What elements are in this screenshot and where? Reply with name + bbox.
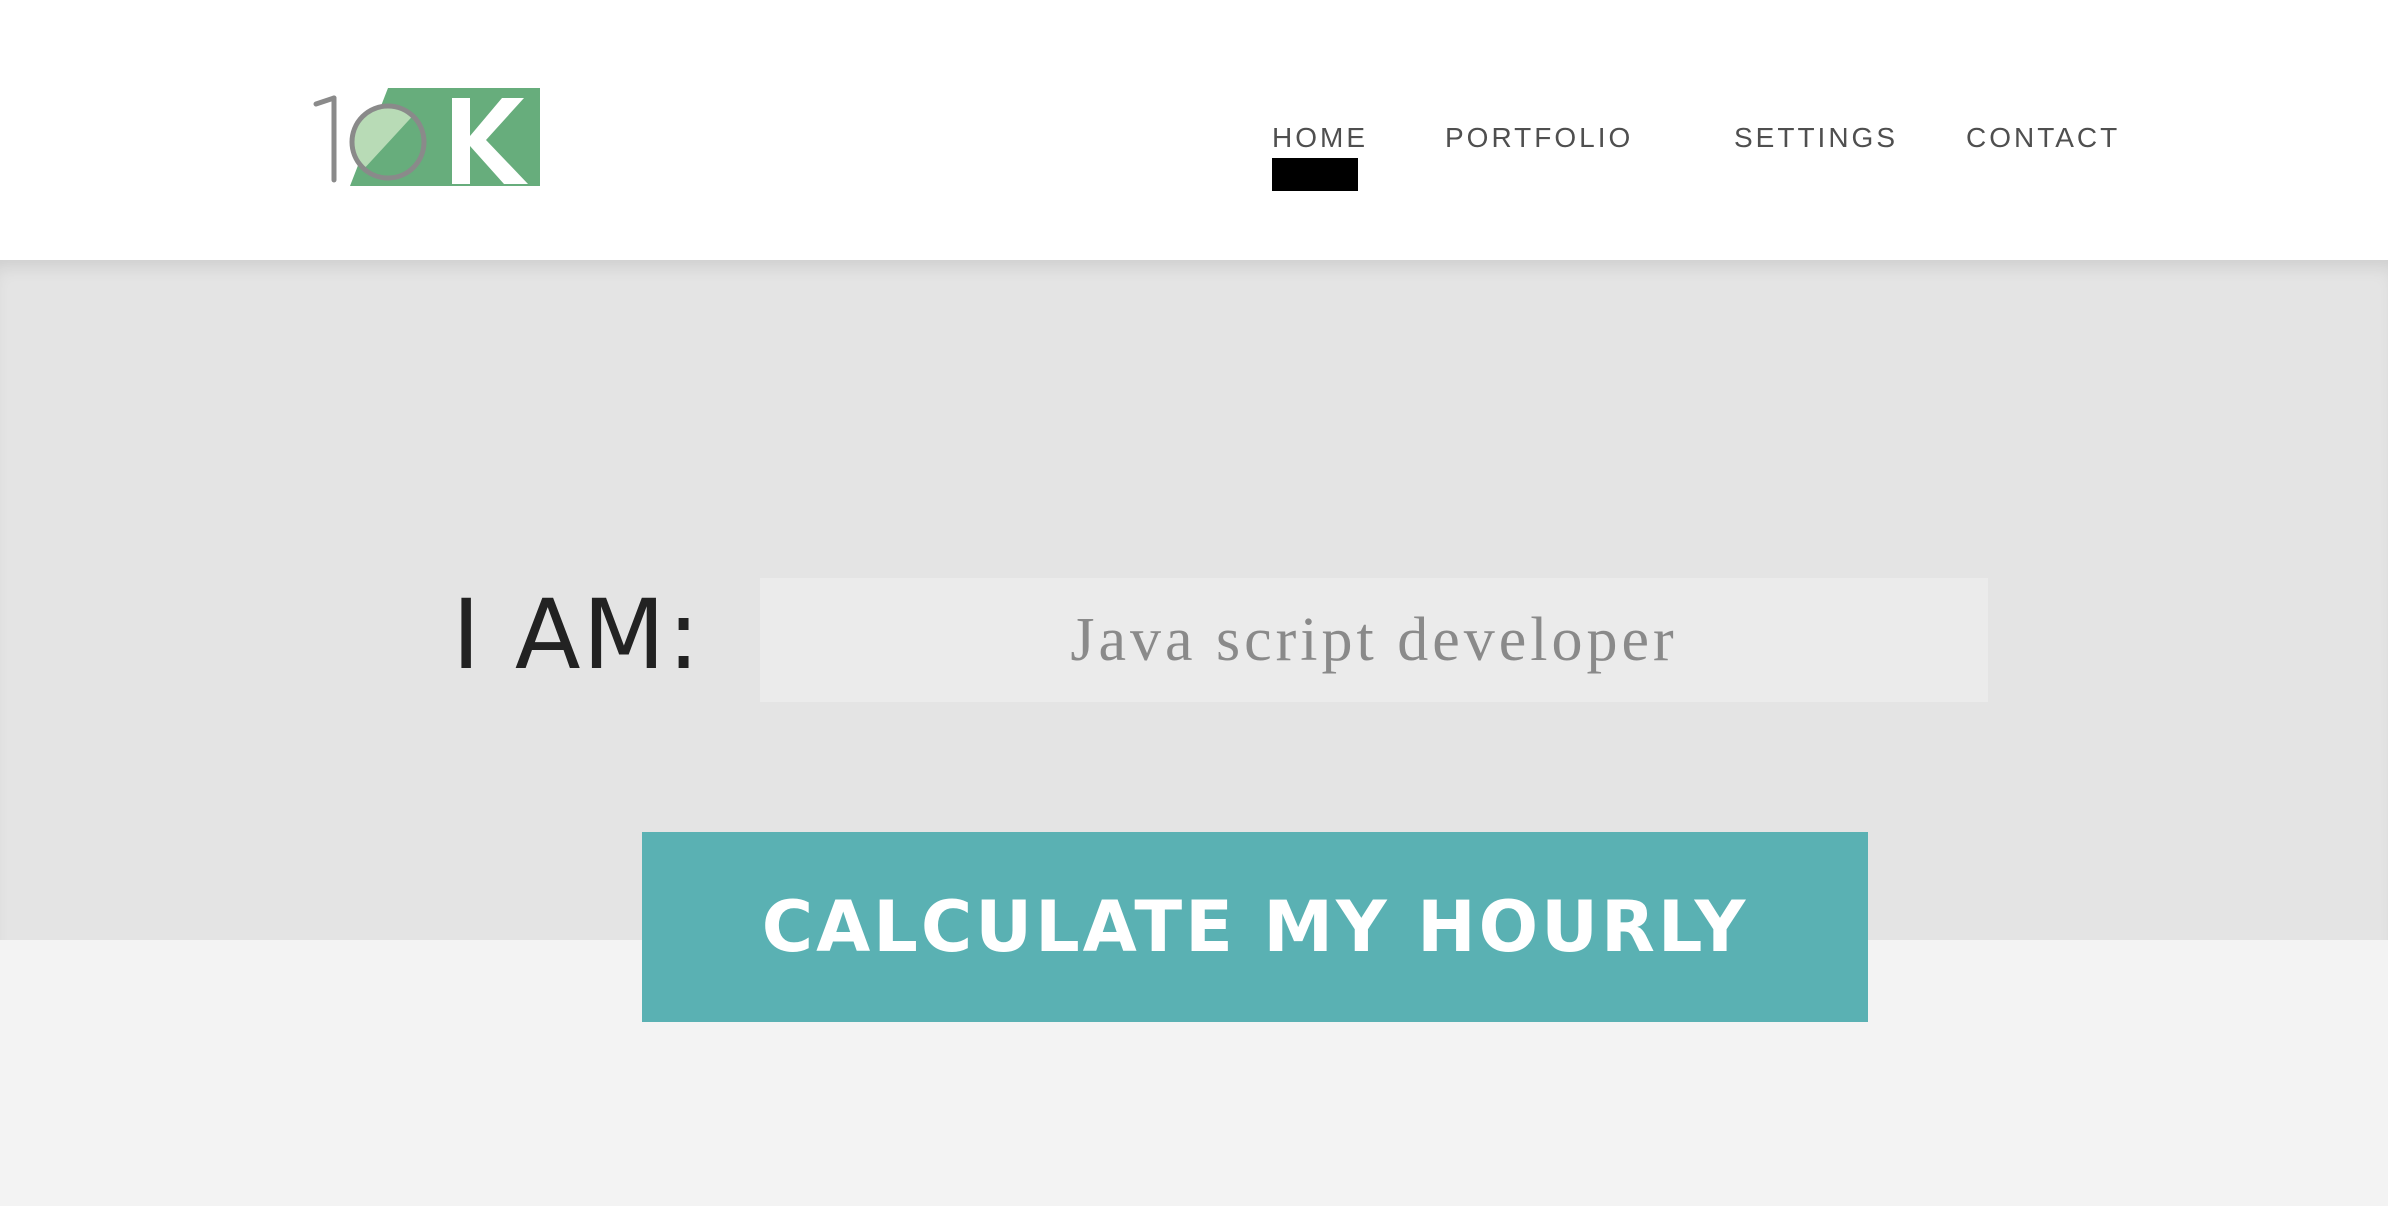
- role-input[interactable]: [760, 578, 1988, 702]
- nav-home[interactable]: HOME: [1272, 122, 1368, 154]
- nav-contact[interactable]: CONTACT: [1966, 122, 2120, 154]
- active-nav-indicator: [1272, 158, 1358, 191]
- page: HOME PORTFOLIO SETTINGS CONTACT I AM: CA…: [0, 0, 2388, 1206]
- main-nav: HOME PORTFOLIO SETTINGS CONTACT: [0, 0, 2388, 260]
- site-header: HOME PORTFOLIO SETTINGS CONTACT: [0, 0, 2388, 260]
- i-am-label: I AM:: [452, 579, 702, 691]
- nav-settings[interactable]: SETTINGS: [1734, 122, 1898, 154]
- nav-portfolio[interactable]: PORTFOLIO: [1445, 122, 1633, 154]
- calculate-hourly-button[interactable]: CALCULATE MY HOURLY: [642, 832, 1868, 1022]
